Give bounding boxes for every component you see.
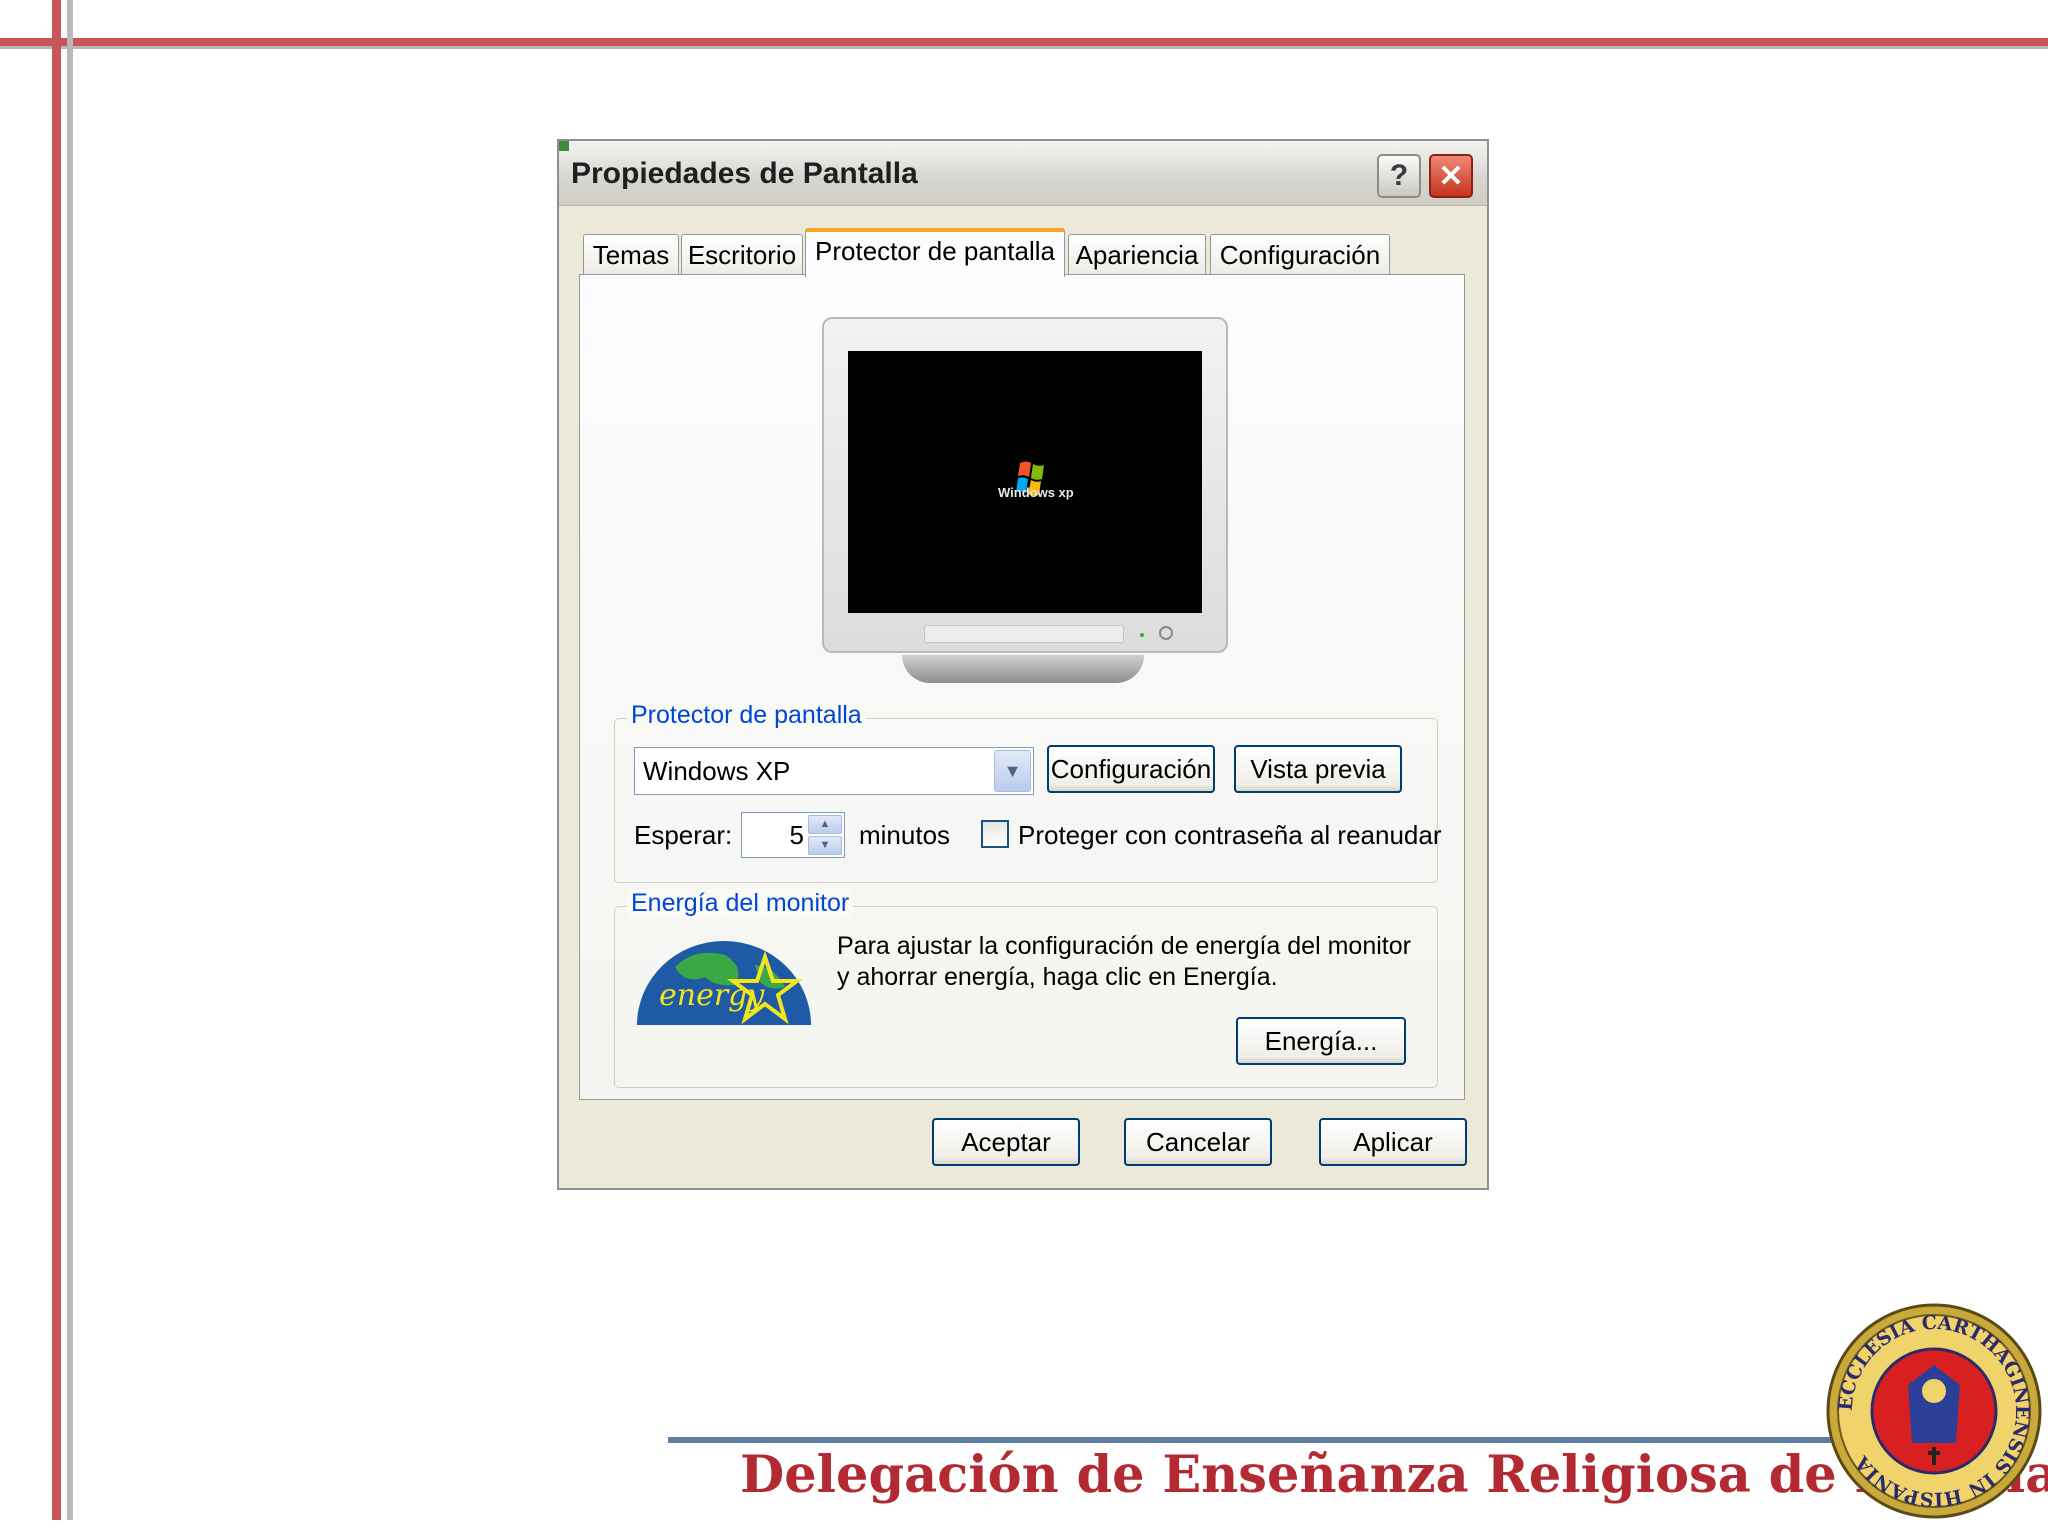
monitor-body: Windows xp [822, 317, 1228, 653]
monitor-power-group-label: Energía del monitor [627, 889, 854, 918]
slide-top-rule [0, 38, 2048, 46]
screensaver-select-value: Windows XP [643, 756, 791, 786]
tab-panel: Windows xp Protector de pantalla Windows… [579, 274, 1465, 1100]
close-button[interactable]: ✕ [1429, 154, 1473, 198]
password-checkbox[interactable] [981, 820, 1009, 848]
chevron-down-icon[interactable]: ▼ [994, 750, 1031, 792]
stepper-down-icon[interactable]: ▼ [808, 836, 842, 855]
slide-left-rule [52, 0, 61, 1520]
screensaver-settings-button[interactable]: Configuración [1047, 745, 1215, 793]
power-knob [1159, 626, 1173, 640]
help-button[interactable]: ? [1377, 154, 1421, 198]
screensaver-group: Protector de pantalla Windows XP ▼ Confi… [614, 701, 1442, 883]
display-properties-dialog: Propiedades de Pantalla ? ✕ Temas Escrit… [557, 139, 1489, 1190]
energy-button[interactable]: Energía... [1236, 1017, 1406, 1065]
energy-logo-text: energy [659, 978, 765, 1013]
monitor-preview: Windows xp [822, 317, 1232, 683]
slide-left-rule-shadow [67, 0, 73, 1520]
windows-logo-text: Windows xp [998, 485, 1074, 500]
screensaver-select[interactable]: Windows XP ▼ [634, 747, 1034, 795]
screensaver-group-label: Protector de pantalla [627, 701, 866, 730]
monitor-power-group: Energía del monitor energy Para ajustar … [614, 889, 1438, 1088]
monitor-stand [902, 655, 1144, 683]
apply-button[interactable]: Aplicar [1319, 1118, 1467, 1166]
minutes-label: minutos [859, 820, 951, 850]
diocese-seal-logo: ECCLESIA CARTHAGINENSIS IN HISPANIA [1826, 1303, 2042, 1519]
energy-star-logo-icon: energy [637, 941, 811, 1025]
tab-protector-de-pantalla[interactable]: Protector de pantalla [805, 228, 1065, 277]
preview-screen: Windows xp [848, 351, 1202, 613]
preview-button[interactable]: Vista previa [1234, 745, 1402, 793]
wait-minutes-value: 5 [789, 820, 804, 850]
wait-minutes-stepper[interactable]: 5 ▲ ▼ [741, 812, 845, 858]
question-icon: ? [1389, 159, 1409, 192]
tab-temas[interactable]: Temas [583, 234, 679, 275]
footer-title: Delegación de Enseñanza Religiosa de Mur… [740, 1445, 2048, 1505]
slide-top-rule-shadow [0, 46, 2048, 49]
energy-description: Para ajustar la configuración de energía… [837, 932, 1411, 991]
tab-configuracion[interactable]: Configuración [1210, 234, 1390, 275]
close-icon: ✕ [1438, 159, 1464, 193]
password-checkbox-label[interactable]: Proteger con contraseña al reanudar [1018, 820, 1442, 851]
cancel-button[interactable]: Cancelar [1124, 1118, 1272, 1166]
power-led [1140, 633, 1144, 637]
stepper-buttons: ▲ ▼ [808, 815, 842, 855]
window-title: Propiedades de Pantalla [571, 157, 918, 190]
tab-apariencia[interactable]: Apariencia [1068, 234, 1206, 275]
footer-rule [668, 1437, 1968, 1443]
monitor-slot [924, 625, 1124, 643]
ok-button[interactable]: Aceptar [932, 1118, 1080, 1166]
tab-escritorio[interactable]: Escritorio [681, 234, 803, 275]
title-bar[interactable]: Propiedades de Pantalla ? ✕ [559, 141, 1487, 206]
wait-label: Esperar: [634, 820, 733, 850]
stepper-up-icon[interactable]: ▲ [808, 815, 842, 834]
